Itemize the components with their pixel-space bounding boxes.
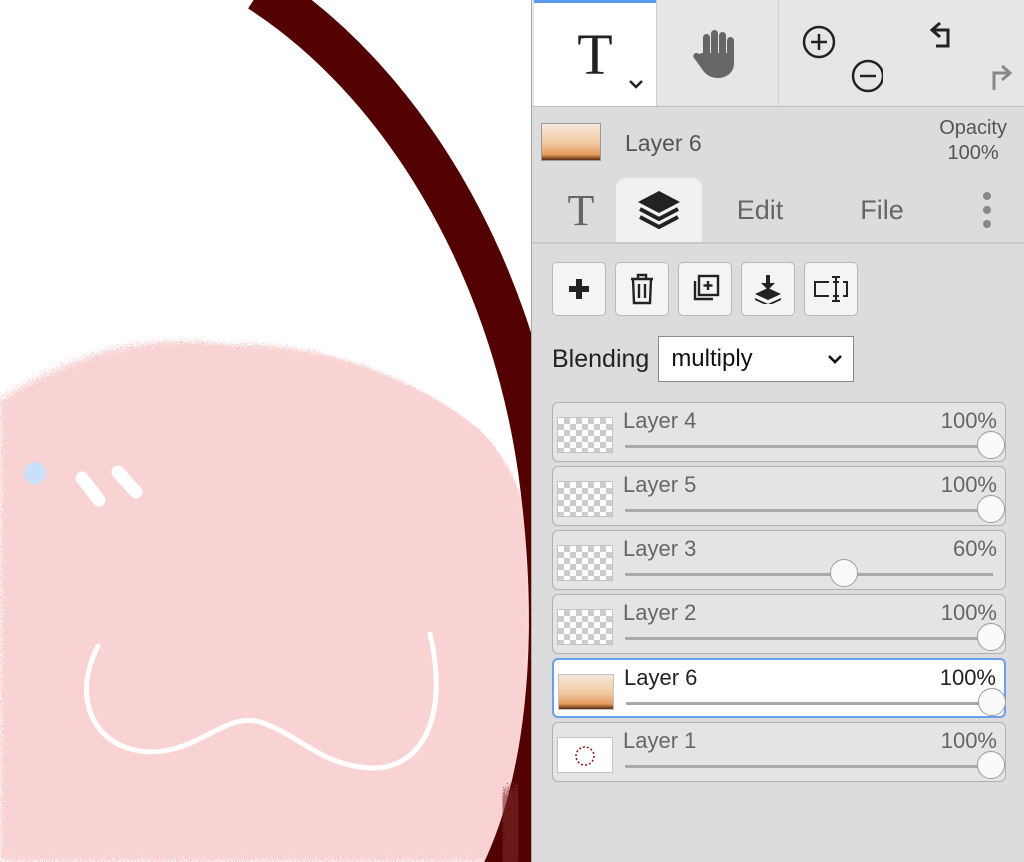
layer-opacity-slider[interactable] — [625, 573, 993, 576]
hand-tool-button[interactable] — [656, 0, 778, 106]
layer-opacity-slider[interactable] — [626, 702, 992, 705]
duplicate-layer-button[interactable] — [678, 262, 732, 316]
blending-control: Blending multiply — [552, 336, 855, 382]
layer-row[interactable]: Layer 2 100% — [552, 594, 1006, 654]
duplicate-icon — [693, 274, 720, 301]
opacity-value: 100% — [947, 142, 999, 164]
zoom-in-out-icon — [802, 25, 883, 93]
text-tool-button[interactable]: T — [534, 0, 656, 106]
layer-opacity-knob[interactable] — [829, 559, 858, 587]
undo-redo-buttons[interactable] — [886, 0, 1024, 106]
text-cursor-icon — [814, 276, 848, 302]
opacity-label: Opacity — [939, 117, 1007, 139]
pink-blob — [0, 341, 531, 862]
layer-thumbnail — [557, 737, 613, 773]
text-icon: T — [567, 185, 595, 235]
chevron-down-icon — [828, 355, 843, 364]
layer-actions — [552, 262, 858, 316]
text-tool-icon: T — [577, 21, 613, 87]
merge-down-icon — [755, 275, 781, 304]
dark-ring-texture — [491, 783, 531, 862]
undo-redo-icon — [929, 21, 1012, 90]
layer-opacity-slider[interactable] — [625, 509, 993, 512]
layer-row[interactable]: Layer 5 100% — [552, 466, 1006, 526]
layer-name: Layer 2 — [623, 600, 697, 625]
layer-name: Layer 3 — [623, 536, 697, 561]
chevron-down-icon[interactable] — [628, 77, 644, 95]
layer-thumbnail — [557, 417, 613, 453]
tab-file[interactable]: File — [832, 178, 932, 242]
more-menu-button[interactable] — [962, 178, 1012, 242]
rename-layer-button[interactable] — [804, 262, 858, 316]
hand-icon — [692, 30, 734, 78]
layer-row[interactable]: Layer 3 60% — [552, 530, 1006, 590]
tab-edit[interactable]: Edit — [710, 178, 810, 242]
layer-opacity-knob[interactable] — [977, 623, 1005, 651]
layer-thumbnail — [558, 674, 614, 710]
layer-opacity-knob[interactable] — [978, 688, 1006, 716]
layer-opacity-knob[interactable] — [977, 495, 1005, 523]
panel-tabs: T Edit File — [532, 172, 1024, 244]
current-layer-info: Layer 6 Opacity 100% — [532, 106, 1024, 172]
layer-name: Layer 5 — [623, 472, 697, 497]
blending-label: Blending — [552, 344, 650, 373]
blending-select[interactable]: multiply — [658, 336, 855, 382]
layer-opacity-knob[interactable] — [977, 751, 1005, 779]
current-layer-thumbnail — [541, 123, 601, 161]
layer-opacity-slider[interactable] — [625, 445, 993, 448]
layer-opacity-value: 60% — [952, 536, 997, 561]
merge-down-button[interactable] — [741, 262, 795, 316]
blending-value: multiply — [671, 345, 753, 372]
layers-panel: T Layer 6 Opacity 100% T Edit File Blend… — [531, 0, 1024, 862]
trash-icon — [631, 273, 653, 305]
canvas-artwork — [0, 0, 531, 862]
layer-name: Layer 1 — [623, 728, 697, 753]
layer-opacity-slider[interactable] — [625, 637, 993, 640]
delete-layer-button[interactable] — [615, 262, 669, 316]
layer-name: Layer 4 — [623, 408, 697, 433]
zoom-tool-button[interactable] — [778, 0, 886, 106]
plus-icon — [569, 279, 589, 299]
tab-layers[interactable] — [616, 178, 702, 242]
tab-text[interactable]: T — [546, 178, 616, 242]
blue-dot — [24, 462, 46, 484]
layer-opacity-knob[interactable] — [977, 431, 1005, 459]
layer-row[interactable]: Layer 6 100% — [552, 658, 1006, 718]
layer-thumbnail — [557, 545, 613, 581]
layer-thumbnail — [557, 609, 613, 645]
current-layer-name: Layer 6 — [625, 130, 702, 156]
drawing-canvas[interactable] — [0, 0, 531, 862]
layer-row[interactable]: Layer 1 100% — [552, 722, 1006, 782]
tool-bar: T — [532, 0, 1024, 107]
more-vertical-icon — [983, 192, 991, 228]
add-layer-button[interactable] — [552, 262, 606, 316]
layer-list: Layer 4 100% Layer 5 100% Layer 3 60% Layer 21… — [552, 402, 1006, 786]
layer-opacity-slider[interactable] — [625, 765, 993, 768]
layer-opacity-value: 100% — [939, 665, 996, 690]
layer-name: Layer 6 — [624, 665, 698, 690]
layer-row[interactable]: Layer 4 100% — [552, 402, 1006, 462]
layers-icon — [638, 191, 680, 230]
current-layer-opacity[interactable]: Opacity 100% — [939, 116, 1007, 166]
layer-thumbnail — [557, 481, 613, 517]
